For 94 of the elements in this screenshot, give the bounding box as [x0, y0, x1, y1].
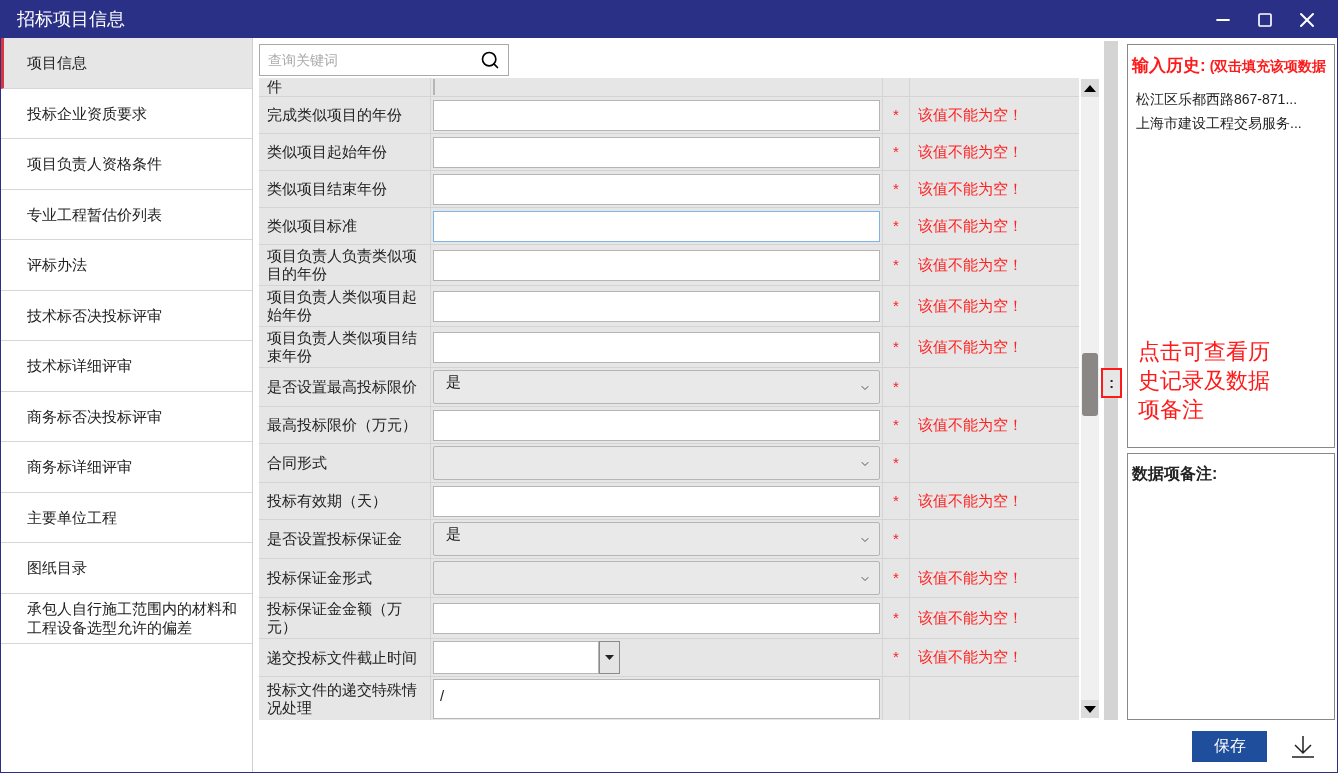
error-message: 该值不能为空！: [918, 215, 1023, 236]
window-title: 招标项目信息: [17, 8, 126, 31]
error-message: 该值不能为空！: [918, 141, 1023, 162]
select-field[interactable]: 是: [433, 370, 880, 404]
history-hint: (双击填充该项数据: [1209, 57, 1327, 76]
error-message: 该值不能为空！: [918, 104, 1023, 125]
error-message: 该值不能为空！: [918, 254, 1023, 275]
save-button[interactable]: 保存: [1192, 730, 1267, 762]
sidebar-item[interactable]: 技术标否决投标评审: [1, 290, 252, 341]
sidebar-item[interactable]: 商务标详细评审: [1, 442, 252, 493]
caret-down-icon: [605, 655, 614, 660]
error-message: 该值不能为空！: [918, 336, 1023, 357]
required-mark: *: [893, 215, 899, 236]
field-label: 项目负责人负责类似项目的年份: [259, 245, 431, 285]
sidebar-item[interactable]: 评标办法: [1, 240, 252, 291]
required-mark: *: [893, 528, 899, 549]
sidebar-item[interactable]: 承包人自行施工范围内的材料和工程设备选型允许的偏差: [1, 593, 252, 644]
required-mark: *: [893, 254, 899, 275]
scrollbar[interactable]: [1081, 79, 1099, 718]
field-label: 类似项目结束年份: [259, 171, 431, 207]
triangle-down-icon: [1084, 705, 1096, 713]
required-mark: *: [893, 452, 899, 473]
field-label: 合同形式: [259, 444, 431, 482]
text-area[interactable]: /: [433, 679, 880, 719]
required-mark: *: [893, 414, 899, 435]
text-field[interactable]: [433, 602, 880, 634]
text-field[interactable]: [433, 331, 880, 363]
field-label: 投标保证金形式: [259, 559, 431, 597]
sidebar-item[interactable]: 商务标否决投标评审: [1, 391, 252, 442]
field-label: 是否设置投标保证金: [259, 520, 431, 558]
select-field[interactable]: [433, 561, 880, 595]
field-label: 投标文件的递交特殊情况处理: [259, 677, 431, 720]
field-label: 是否设置最高投标限价: [259, 368, 431, 406]
text-field[interactable]: [433, 99, 880, 131]
text-field[interactable]: [433, 409, 880, 441]
scroll-thumb[interactable]: [1082, 353, 1098, 416]
download-icon[interactable]: [1291, 734, 1315, 758]
text-field[interactable]: [433, 485, 880, 517]
maximize-icon[interactable]: [1257, 11, 1273, 28]
required-mark: *: [893, 141, 899, 162]
history-item[interactable]: 上海市建设工程交易服务...: [1132, 110, 1330, 135]
sidebar-item[interactable]: 项目信息: [1, 38, 252, 89]
field-label: 项目负责人类似项目起始年份: [259, 286, 431, 326]
splitter-handle[interactable]: :: [1101, 368, 1122, 398]
required-mark: *: [893, 295, 899, 316]
required-mark: *: [893, 336, 899, 357]
required-mark: *: [893, 490, 899, 511]
error-message: 该值不能为空！: [918, 607, 1023, 628]
search-field[interactable]: 查询关键词: [259, 44, 509, 76]
sidebar-item[interactable]: 专业工程暂估价列表: [1, 189, 252, 240]
field-label: 类似项目起始年份: [259, 134, 431, 170]
triangle-up-icon: [1084, 84, 1096, 92]
field-label: 件: [259, 78, 431, 96]
error-message: 该值不能为空！: [918, 647, 1023, 668]
notes-title: 数据项备注:: [1132, 465, 1218, 482]
required-mark: *: [893, 607, 899, 628]
sidebar-item[interactable]: 图纸目录: [1, 543, 252, 594]
text-field[interactable]: [433, 249, 880, 281]
select-field[interactable]: 是: [433, 522, 880, 556]
required-mark: *: [893, 376, 899, 397]
error-message: 该值不能为空！: [918, 295, 1023, 316]
field-label: 类似项目标准: [259, 208, 431, 244]
scroll-up-button[interactable]: [1081, 79, 1099, 97]
field-label: 完成类似项目的年份: [259, 97, 431, 133]
text-field[interactable]: [433, 173, 880, 205]
scroll-down-button[interactable]: [1081, 700, 1099, 718]
required-mark: *: [893, 567, 899, 588]
sidebar-item[interactable]: 投标企业资质要求: [1, 88, 252, 139]
annotation-text: 点击可查看历史记录及数据项备注: [1138, 338, 1271, 424]
error-message: 该值不能为空！: [918, 490, 1023, 511]
history-item[interactable]: 松江区乐都西路867-871...: [1132, 86, 1330, 111]
search-input[interactable]: 查询关键词: [268, 49, 480, 71]
error-message: 该值不能为空！: [918, 178, 1023, 199]
required-mark: *: [893, 104, 899, 125]
text-field[interactable]: [433, 210, 880, 242]
field-label: 项目负责人类似项目结束年份: [259, 327, 431, 367]
search-icon[interactable]: [480, 50, 500, 70]
sidebar-item[interactable]: 主要单位工程: [1, 492, 252, 543]
text-field[interactable]: [433, 290, 880, 322]
error-message: 该值不能为空！: [918, 567, 1023, 588]
sidebar-item[interactable]: 技术标详细评审: [1, 341, 252, 392]
history-title: 输入历史:: [1132, 55, 1206, 77]
required-mark: *: [893, 647, 899, 668]
field-label: 投标有效期（天）: [259, 483, 431, 519]
error-message: 该值不能为空！: [918, 414, 1023, 435]
dropdown-button[interactable]: [599, 641, 620, 674]
sidebar-item[interactable]: 项目负责人资格条件: [1, 139, 252, 190]
required-mark: *: [893, 178, 899, 199]
field-label: 递交投标文件截止时间: [259, 639, 431, 676]
date-field[interactable]: [433, 641, 599, 674]
field-label: 最高投标限价（万元）: [259, 407, 431, 443]
text-field[interactable]: [433, 136, 880, 168]
select-field[interactable]: [433, 446, 880, 480]
field-label: 投标保证金金额（万元）: [259, 598, 431, 638]
